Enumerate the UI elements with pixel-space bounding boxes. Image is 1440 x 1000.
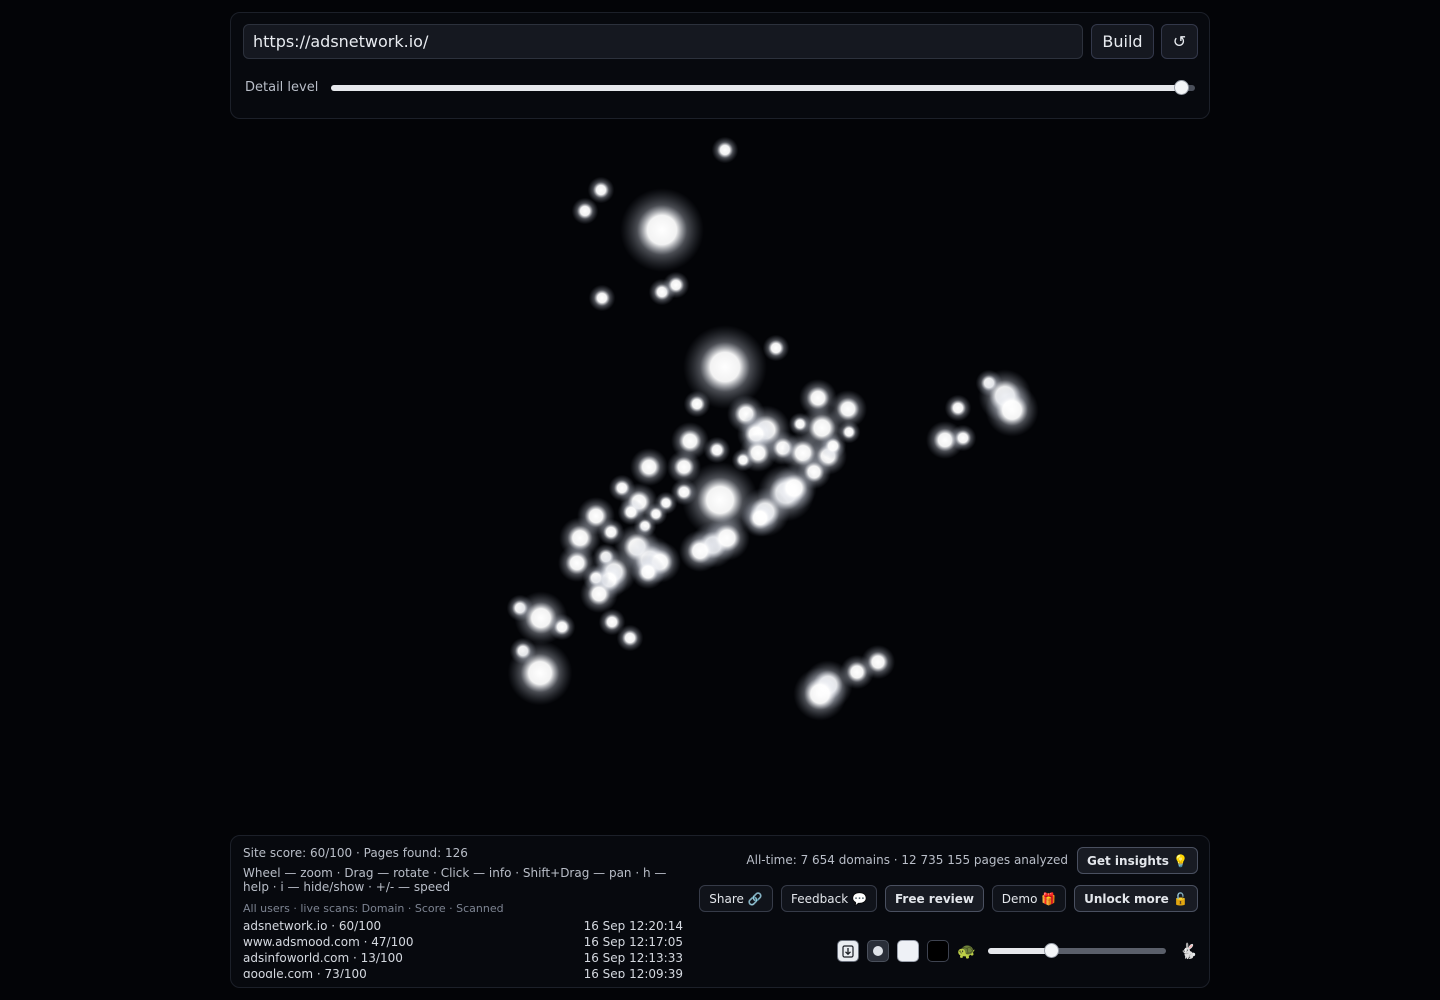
detail-level-slider[interactable] bbox=[331, 80, 1195, 96]
site-stats: Site score: 60/100 · Pages found: 126 bbox=[243, 846, 468, 860]
download-icon bbox=[842, 944, 854, 958]
graph-node[interactable] bbox=[620, 188, 704, 272]
scan-row[interactable]: adsnetwork.io · 60/100 16 Sep 12:20:14 bbox=[243, 918, 683, 934]
scan-domain: adsnetwork.io · 60/100 bbox=[243, 919, 382, 933]
graph-node[interactable] bbox=[571, 197, 599, 225]
graph-node[interactable] bbox=[588, 284, 616, 312]
url-input[interactable] bbox=[243, 24, 1083, 59]
turtle-icon: 🐢 bbox=[957, 942, 976, 960]
dot-icon bbox=[873, 946, 883, 956]
scan-time: 16 Sep 12:09:39 bbox=[583, 967, 683, 978]
dark-theme-button[interactable] bbox=[927, 940, 949, 962]
speed-slider-thumb[interactable] bbox=[1044, 943, 1059, 958]
graph-node[interactable] bbox=[616, 624, 644, 652]
reload-button[interactable]: ↺ bbox=[1161, 24, 1198, 59]
graph-node[interactable] bbox=[985, 383, 1039, 437]
live-scans-header: All users · live scans: Domain · Score ·… bbox=[243, 902, 504, 915]
graph-node[interactable] bbox=[819, 432, 847, 460]
unlock-more-button[interactable]: Unlock more 🔓 bbox=[1074, 885, 1198, 912]
live-scans-list: adsnetwork.io · 60/100 16 Sep 12:20:14 ww… bbox=[243, 918, 683, 978]
demo-button[interactable]: Demo 🎁 bbox=[992, 885, 1066, 912]
bottom-panel: Site score: 60/100 · Pages found: 126 Wh… bbox=[230, 835, 1210, 988]
graph-node[interactable] bbox=[662, 271, 690, 299]
help-text: Wheel — zoom · Drag — rotate · Click — i… bbox=[243, 866, 667, 894]
scan-domain: adsinfoworld.com · 13/100 bbox=[243, 951, 403, 965]
graph-node[interactable] bbox=[548, 613, 576, 641]
free-review-button[interactable]: Free review bbox=[885, 885, 984, 912]
graph-node[interactable] bbox=[793, 667, 847, 721]
download-button[interactable] bbox=[837, 940, 859, 962]
graph-node[interactable] bbox=[949, 424, 977, 452]
graph-node[interactable] bbox=[630, 448, 668, 486]
graph-node[interactable] bbox=[788, 412, 812, 436]
node-style-button[interactable] bbox=[867, 940, 889, 962]
detail-slider-fill bbox=[331, 85, 1182, 91]
scan-time: 16 Sep 12:20:14 bbox=[583, 919, 683, 933]
scan-row[interactable]: www.adsmood.com · 47/100 16 Sep 12:17:05 bbox=[243, 934, 683, 950]
detail-level-label: Detail level bbox=[245, 80, 319, 95]
top-toolbar: Build ↺ Detail level bbox=[230, 12, 1210, 119]
speed-slider[interactable] bbox=[988, 943, 1166, 959]
scan-time: 16 Sep 12:13:33 bbox=[583, 951, 683, 965]
rabbit-icon: 🐇 bbox=[1179, 942, 1198, 960]
graph-node[interactable] bbox=[944, 394, 972, 422]
light-theme-button[interactable] bbox=[897, 940, 919, 962]
detail-slider-thumb[interactable] bbox=[1174, 80, 1189, 95]
graph-node[interactable] bbox=[683, 390, 711, 418]
graph-node[interactable] bbox=[762, 334, 790, 362]
graph-node[interactable] bbox=[703, 436, 731, 464]
graph-node[interactable] bbox=[670, 478, 698, 506]
graph-node[interactable] bbox=[507, 640, 573, 706]
all-time-stats: All-time: 7 654 domains · 12 735 155 pag… bbox=[746, 853, 1068, 867]
graph-node[interactable] bbox=[587, 176, 615, 204]
scan-domain: www.adsmood.com · 47/100 bbox=[243, 935, 414, 949]
scan-row[interactable]: adsinfoworld.com · 13/100 16 Sep 12:13:33 bbox=[243, 950, 683, 966]
site-graph-canvas[interactable] bbox=[0, 120, 1440, 832]
scan-time: 16 Sep 12:17:05 bbox=[583, 935, 683, 949]
graph-node[interactable] bbox=[580, 575, 618, 613]
graph-node[interactable] bbox=[711, 136, 739, 164]
scan-row[interactable]: google.com · 73/100 16 Sep 12:09:39 bbox=[243, 966, 683, 978]
reload-icon: ↺ bbox=[1172, 32, 1187, 51]
graph-node[interactable] bbox=[679, 530, 721, 572]
build-button[interactable]: Build bbox=[1091, 24, 1154, 59]
scan-domain: google.com · 73/100 bbox=[243, 967, 367, 978]
get-insights-button[interactable]: Get insights 💡 bbox=[1077, 847, 1198, 874]
share-button[interactable]: Share 🔗 bbox=[699, 885, 773, 912]
graph-nodes bbox=[506, 136, 1039, 721]
feedback-button[interactable]: Feedback 💬 bbox=[781, 885, 877, 912]
speed-slider-fill bbox=[988, 948, 1052, 954]
